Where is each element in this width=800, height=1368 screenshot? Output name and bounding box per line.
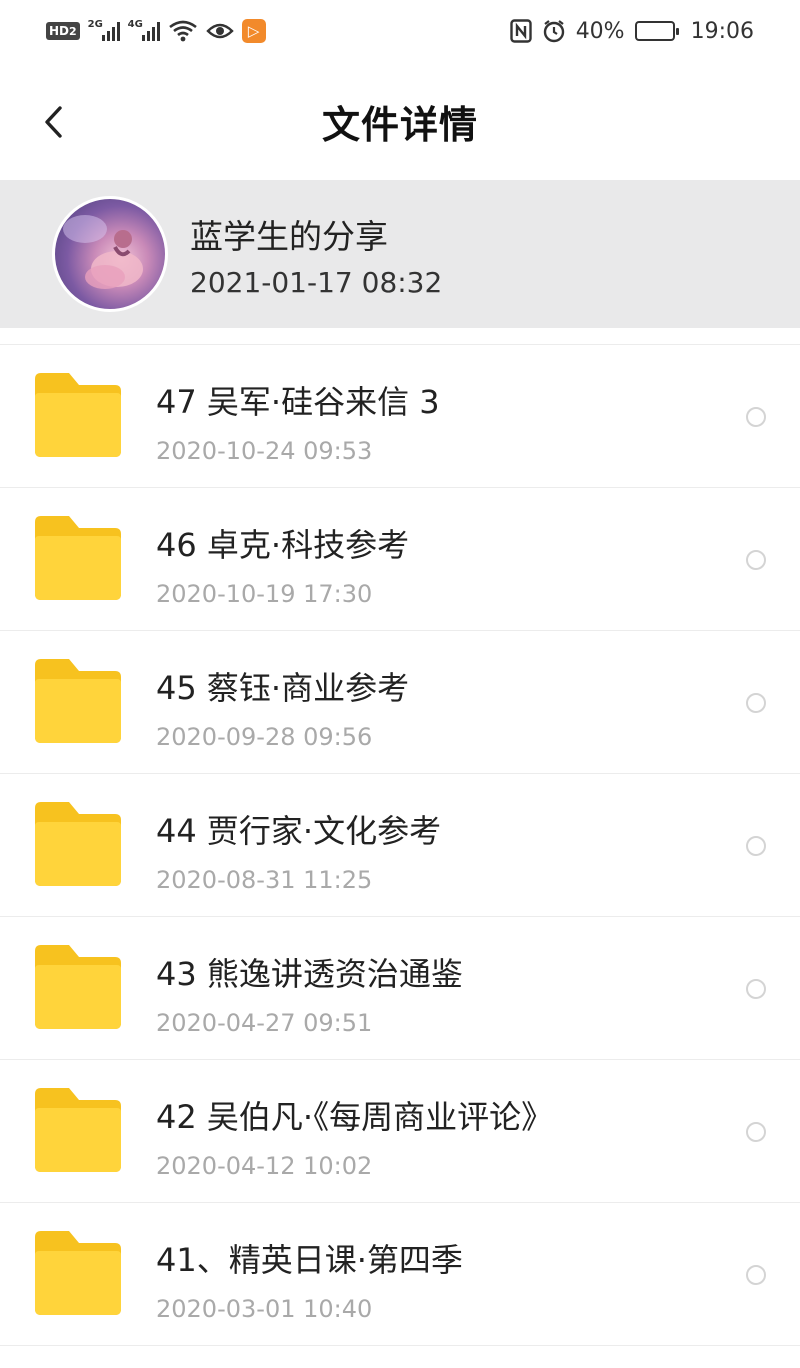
folder-icon <box>35 373 121 457</box>
share-time: 2021-01-17 08:32 <box>190 265 443 299</box>
file-date: 2020-10-24 09:53 <box>156 437 373 465</box>
file-text: 47 吴军·硅谷来信 3 2020-10-24 09:53 <box>156 377 440 465</box>
sharer-info: 蓝学生的分享 2021-01-17 08:32 <box>190 210 442 299</box>
file-row[interactable]: 41、精英日课·第四季 2020-03-01 10:40 <box>0 1203 800 1346</box>
file-row[interactable]: 47 吴军·硅谷来信 3 2020-10-24 09:53 <box>0 345 800 488</box>
file-date: 2020-09-28 09:56 <box>156 723 373 751</box>
file-text: 45 蔡钰·商业参考 2020-09-28 09:56 <box>156 663 409 751</box>
chevron-left-icon <box>45 106 62 138</box>
file-text: 42 吴伯凡·《每周商业评论》 2020-04-12 10:02 <box>156 1092 553 1180</box>
folder-icon <box>35 945 121 1029</box>
file-text: 41、精英日课·第四季 2020-03-01 10:40 <box>156 1235 463 1323</box>
avatar[interactable] <box>52 196 168 312</box>
folder-icon <box>35 1231 121 1315</box>
wifi-icon <box>168 20 197 42</box>
page-title: 文件详情 <box>321 102 478 147</box>
status-bar: HD2 2G 4G ▷ 40% 19:06 <box>0 0 800 62</box>
select-radio[interactable] <box>746 1122 766 1142</box>
file-name: 44 贾行家·文化参考 <box>156 812 442 850</box>
file-row[interactable]: 44 贾行家·文化参考 2020-08-31 11:25 <box>0 774 800 917</box>
file-row[interactable]: 43 熊逸讲透资治通鉴 2020-04-27 09:51 <box>0 917 800 1060</box>
file-row[interactable]: 46 卓克·科技参考 2020-10-19 17:30 <box>0 488 800 631</box>
avatar-illustration <box>63 215 143 289</box>
select-radio[interactable] <box>746 1265 766 1285</box>
file-date: 2020-03-01 10:40 <box>156 1295 373 1323</box>
back-button[interactable] <box>28 92 78 152</box>
file-date: 2020-08-31 11:25 <box>156 866 373 894</box>
file-name: 46 卓克·科技参考 <box>156 526 410 564</box>
file-text: 44 贾行家·文化参考 2020-08-31 11:25 <box>156 806 441 894</box>
file-list: 47 吴军·硅谷来信 3 2020-10-24 09:53 46 卓克·科技参考… <box>0 344 800 1346</box>
select-radio[interactable] <box>746 550 766 570</box>
sharer-card[interactable]: 蓝学生的分享 2021-01-17 08:32 <box>0 180 800 328</box>
battery-percent: 40% <box>575 18 625 44</box>
file-name: 43 熊逸讲透资治通鉴 <box>156 955 463 993</box>
hd-voice-icon: HD2 <box>46 22 80 40</box>
file-name: 42 吴伯凡·《每周商业评论》 <box>156 1098 554 1136</box>
file-date: 2020-04-27 09:51 <box>156 1009 373 1037</box>
nav-bar: 文件详情 <box>0 62 800 180</box>
select-radio[interactable] <box>746 979 766 999</box>
folder-icon <box>35 659 121 743</box>
folder-icon <box>35 1088 121 1172</box>
signal-sim2-icon: 4G <box>128 19 160 41</box>
sharer-name: 蓝学生的分享 <box>190 216 388 256</box>
file-name: 45 蔡钰·商业参考 <box>156 669 410 707</box>
select-radio[interactable] <box>746 693 766 713</box>
eye-icon <box>205 23 234 39</box>
folder-icon <box>35 516 121 600</box>
clock: 19:06 <box>690 18 754 44</box>
file-date: 2020-10-19 17:30 <box>156 580 373 608</box>
file-text: 43 熊逸讲透资治通鉴 2020-04-27 09:51 <box>156 949 463 1037</box>
status-left: HD2 2G 4G ▷ <box>46 19 266 43</box>
app-badge-icon: ▷ <box>241 19 266 43</box>
file-date: 2020-04-12 10:02 <box>156 1152 373 1180</box>
select-radio[interactable] <box>746 836 766 856</box>
file-row[interactable]: 42 吴伯凡·《每周商业评论》 2020-04-12 10:02 <box>0 1060 800 1203</box>
file-text: 46 卓克·科技参考 2020-10-19 17:30 <box>156 520 409 608</box>
battery-icon <box>634 21 679 41</box>
alarm-icon <box>543 20 564 43</box>
file-name: 41、精英日课·第四季 <box>156 1241 463 1279</box>
file-name: 47 吴军·硅谷来信 3 <box>156 383 440 421</box>
nfc-icon <box>509 19 532 43</box>
folder-icon <box>35 802 121 886</box>
file-row[interactable]: 45 蔡钰·商业参考 2020-09-28 09:56 <box>0 631 800 774</box>
signal-sim1-icon: 2G <box>88 19 120 41</box>
select-radio[interactable] <box>746 407 766 427</box>
status-right: 40% 19:06 <box>509 18 754 44</box>
